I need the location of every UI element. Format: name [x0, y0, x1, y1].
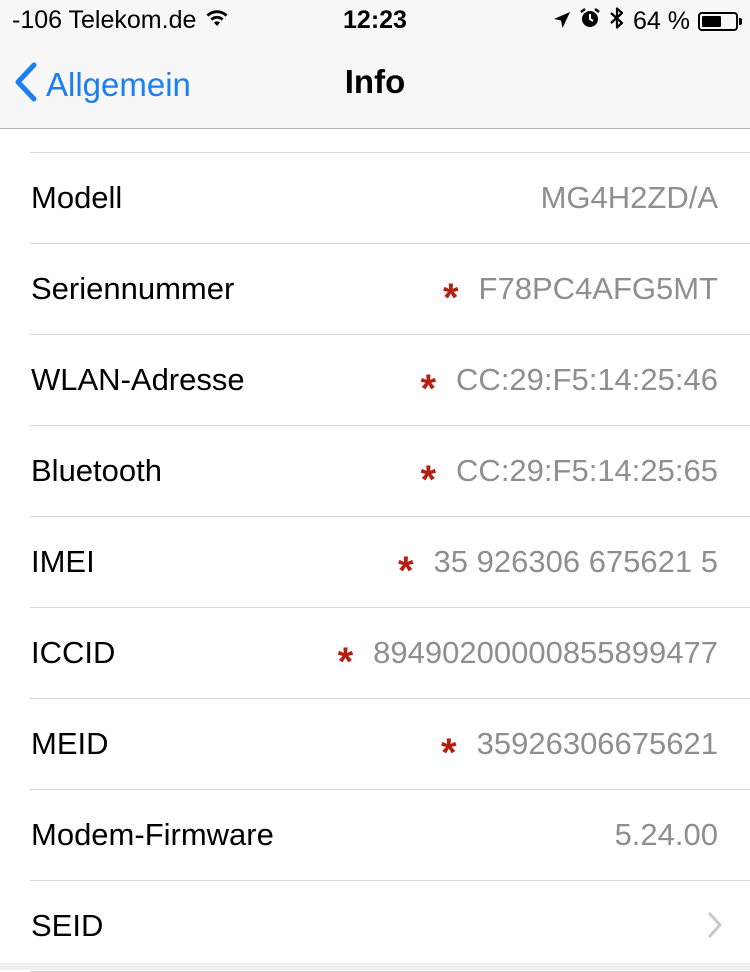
row-value-group: * CC:29:F5:14:25:65 — [420, 426, 718, 515]
list-item: Seriennummer * F78PC4AFG5MT — [30, 244, 750, 335]
list-bottom-background — [0, 963, 750, 970]
redaction-marker: * — [337, 640, 354, 684]
list-item[interactable]: SEID — [30, 881, 750, 972]
row-value-group: 5.24.00 — [615, 790, 718, 879]
row-value: 89490200000855899477 — [373, 635, 718, 670]
navigation-bar: Allgemein Info — [0, 40, 750, 129]
redaction-marker: * — [442, 276, 459, 320]
row-value-group: MG4H2ZD/A — [541, 153, 718, 242]
row-value-group: * 89490200000855899477 — [338, 608, 718, 697]
row-value-group: * F78PC4AFG5MT — [443, 244, 718, 333]
list-item: ICCID * 89490200000855899477 — [30, 608, 750, 699]
row-value-group: * 35 926306 675621 5 — [398, 517, 718, 606]
battery-fill — [702, 16, 722, 27]
page-title: Info — [344, 63, 406, 100]
row-value: CC:29:F5:14:25:46 — [456, 362, 718, 397]
row-value-group: * CC:29:F5:14:25:46 — [420, 335, 718, 424]
list-item: IMEI * 35 926306 675621 5 — [30, 517, 750, 608]
status-right: 64 % — [553, 6, 742, 37]
row-value: CC:29:F5:14:25:65 — [456, 453, 718, 488]
row-label: Seriennummer — [31, 271, 235, 306]
row-value: MG4H2ZD/A — [540, 180, 718, 215]
row-value: 35926306675621 — [476, 726, 718, 761]
row-value: F78PC4AFG5MT — [478, 271, 718, 306]
redaction-marker: * — [397, 549, 414, 593]
redaction-marker: * — [441, 731, 457, 775]
list-item: Modem-Firmware 5.24.00 — [30, 790, 750, 881]
row-value: 35 926306 675621 5 — [433, 544, 718, 579]
row-label: WLAN-Adresse — [31, 362, 245, 397]
redaction-marker: * — [420, 458, 437, 502]
bluetooth-icon — [609, 6, 625, 37]
redaction-marker: * — [420, 367, 437, 411]
row-label: SEID — [31, 908, 104, 943]
row-label: ICCID — [31, 635, 116, 670]
row-label: Modem-Firmware — [31, 817, 274, 852]
list-item: Modell MG4H2ZD/A — [30, 153, 750, 244]
row-label: Modell — [31, 180, 123, 215]
list-item: Bluetooth * CC:29:F5:14:25:65 — [30, 426, 750, 517]
battery-percent: 64 % — [633, 7, 690, 35]
row-label: IMEI — [31, 544, 95, 579]
location-arrow-icon — [553, 7, 571, 36]
row-label: Bluetooth — [31, 453, 162, 488]
row-value-group: * 35926306675621 — [441, 699, 718, 788]
info-list: Modell MG4H2ZD/A Seriennummer * F78PC4AFG5MT… — [0, 153, 750, 972]
list-item: MEID * 35926306675621 — [30, 699, 750, 790]
chevron-right-icon — [708, 912, 722, 943]
row-label: MEID — [31, 726, 109, 761]
alarm-clock-icon — [579, 7, 601, 36]
status-bar: -106 Telekom.de 12:23 64 % — [0, 0, 750, 40]
battery-icon — [698, 12, 742, 31]
row-value: 5.24.00 — [614, 817, 718, 852]
list-item: WLAN-Adresse * CC:29:F5:14:25:46 — [30, 335, 750, 426]
